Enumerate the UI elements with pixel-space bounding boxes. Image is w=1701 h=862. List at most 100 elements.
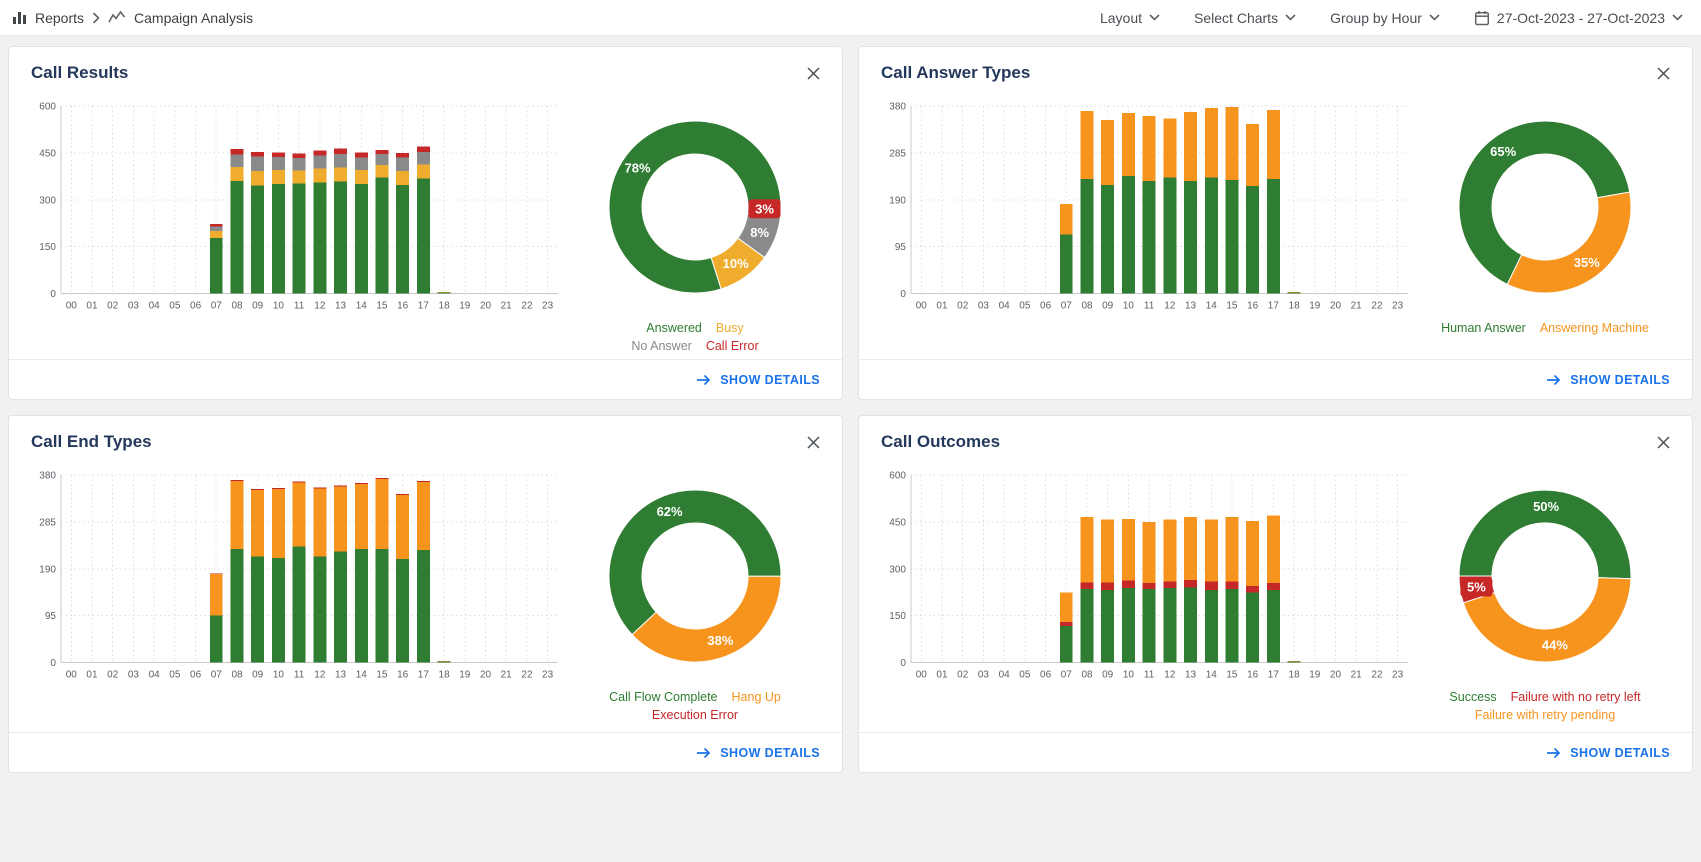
svg-text:20: 20 [480, 670, 492, 681]
svg-text:00: 00 [916, 301, 928, 312]
svg-text:190: 190 [889, 195, 906, 206]
chevron-down-icon [1672, 14, 1683, 21]
svg-text:07: 07 [211, 670, 223, 681]
svg-text:23: 23 [1392, 670, 1404, 681]
svg-text:22: 22 [1371, 670, 1383, 681]
donut-chart-svg: 50%44%5% [1440, 471, 1650, 681]
svg-text:04: 04 [999, 301, 1011, 312]
svg-text:03: 03 [978, 301, 990, 312]
svg-text:11: 11 [1144, 670, 1155, 681]
svg-text:380: 380 [39, 470, 56, 481]
show-details-link[interactable]: SHOW DETAILS [1546, 373, 1670, 387]
donut-chart-svg: 3%8%10%78% [590, 102, 800, 312]
chevron-down-icon [1149, 14, 1160, 21]
svg-text:50%: 50% [1533, 499, 1559, 514]
svg-text:04: 04 [999, 670, 1011, 681]
svg-text:12: 12 [1164, 670, 1176, 681]
svg-text:05: 05 [169, 670, 181, 681]
svg-text:285: 285 [889, 148, 906, 159]
close-icon[interactable] [803, 63, 824, 84]
select-charts-dropdown-label: Select Charts [1194, 10, 1278, 26]
show-details-link[interactable]: SHOW DETAILS [1546, 746, 1670, 760]
topbar-controls: Layout Select Charts Group by Hour 27-Oc… [1100, 10, 1683, 26]
svg-text:08: 08 [1081, 670, 1093, 681]
svg-text:08: 08 [231, 301, 243, 312]
legend-item: Failure with no retry left [1511, 688, 1641, 706]
svg-text:06: 06 [1040, 301, 1052, 312]
show-details-label: SHOW DETAILS [1570, 373, 1670, 387]
svg-text:10: 10 [273, 670, 285, 681]
trend-chart-icon [108, 11, 126, 24]
svg-text:15: 15 [376, 301, 388, 312]
donut-chart: 3%8%10%78% [590, 102, 800, 317]
dashboard-grid: Call Results 015030045060000010203040506… [0, 36, 1701, 773]
show-details-label: SHOW DETAILS [720, 373, 820, 387]
svg-text:300: 300 [889, 564, 906, 575]
close-icon[interactable] [1653, 432, 1674, 453]
svg-text:10%: 10% [723, 256, 749, 271]
layout-dropdown[interactable]: Layout [1100, 10, 1160, 26]
svg-text:35%: 35% [1574, 255, 1600, 270]
date-range-value: 27-Oct-2023 - 27-Oct-2023 [1497, 10, 1665, 26]
group-by-dropdown[interactable]: Group by Hour [1330, 10, 1440, 26]
donut-chart: 50%44%5% [1440, 471, 1650, 686]
bar-chart: 0150300450600000102030405060708091011121… [875, 469, 1414, 683]
legend-row: No AnswerCall Error [624, 337, 765, 355]
svg-text:18: 18 [1289, 670, 1301, 681]
svg-text:02: 02 [957, 301, 969, 312]
svg-text:17: 17 [1268, 670, 1280, 681]
topbar: Reports Campaign Analysis Layout Select … [0, 0, 1701, 36]
svg-text:19: 19 [1309, 670, 1321, 681]
svg-text:12: 12 [1164, 301, 1176, 312]
svg-text:02: 02 [107, 670, 119, 681]
svg-text:15: 15 [1226, 301, 1238, 312]
svg-text:450: 450 [39, 148, 56, 159]
bar-chart: 0951902853800001020304050607080910111213… [875, 100, 1414, 314]
svg-text:20: 20 [480, 301, 492, 312]
select-charts-dropdown[interactable]: Select Charts [1194, 10, 1296, 26]
svg-text:06: 06 [1040, 670, 1052, 681]
bar-chart-svg: 0951902853800001020304050607080910111213… [25, 469, 564, 683]
svg-text:18: 18 [439, 301, 451, 312]
bar-chart: 0150300450600000102030405060708091011121… [25, 100, 564, 314]
svg-text:04: 04 [149, 301, 161, 312]
close-icon[interactable] [803, 432, 824, 453]
svg-text:0: 0 [900, 289, 906, 300]
svg-text:22: 22 [1371, 301, 1383, 312]
show-details-link[interactable]: SHOW DETAILS [696, 746, 820, 760]
svg-text:600: 600 [889, 470, 906, 481]
svg-text:15: 15 [1226, 670, 1238, 681]
card-title: Call Answer Types [881, 63, 1030, 83]
svg-text:285: 285 [39, 517, 56, 528]
close-icon[interactable] [1653, 63, 1674, 84]
svg-text:150: 150 [889, 611, 906, 622]
svg-text:21: 21 [501, 670, 513, 681]
date-range-picker[interactable]: 27-Oct-2023 - 27-Oct-2023 [1474, 10, 1683, 26]
legend-item: No Answer [631, 337, 691, 355]
svg-text:12: 12 [314, 670, 326, 681]
chevron-down-icon [1285, 14, 1296, 21]
bar-chart-svg: 0150300450600000102030405060708091011121… [25, 100, 564, 314]
show-details-link[interactable]: SHOW DETAILS [696, 373, 820, 387]
svg-text:0: 0 [900, 658, 906, 669]
svg-text:07: 07 [211, 301, 223, 312]
breadcrumb-reports[interactable]: Reports [35, 10, 84, 26]
chart-legend: SuccessFailure with no retry leftFailure… [1442, 688, 1647, 724]
svg-text:13: 13 [1185, 670, 1197, 681]
svg-text:11: 11 [294, 301, 305, 312]
svg-text:13: 13 [1185, 301, 1197, 312]
svg-text:04: 04 [149, 670, 161, 681]
svg-text:19: 19 [1309, 301, 1321, 312]
svg-text:07: 07 [1061, 670, 1073, 681]
svg-text:11: 11 [294, 670, 305, 681]
svg-text:07: 07 [1061, 301, 1073, 312]
svg-text:62%: 62% [657, 504, 683, 519]
legend-item: Answering Machine [1540, 319, 1649, 337]
legend-item: Failure with retry pending [1475, 706, 1615, 724]
svg-text:10: 10 [273, 301, 285, 312]
svg-text:09: 09 [252, 301, 264, 312]
svg-text:0: 0 [50, 658, 56, 669]
svg-text:16: 16 [1247, 301, 1259, 312]
svg-text:08: 08 [1081, 301, 1093, 312]
legend-row: Execution Error [602, 706, 788, 724]
